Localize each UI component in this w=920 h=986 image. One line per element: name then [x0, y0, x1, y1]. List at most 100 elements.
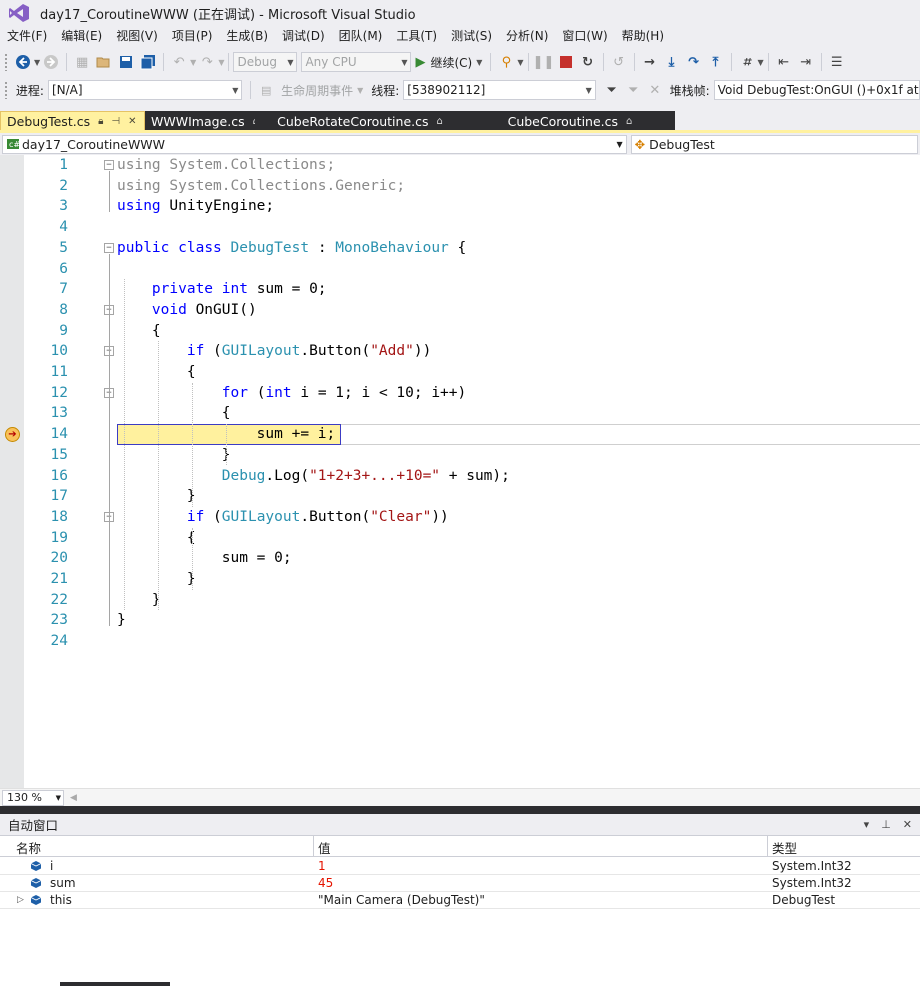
code-line[interactable]: 15 } — [0, 445, 920, 466]
toolbar-grip[interactable] — [4, 81, 8, 99]
tab-cuberotatecoroutine[interactable]: CubeRotateCoroutine.cs ⌂ — [255, 111, 465, 132]
column-divider[interactable] — [313, 836, 314, 857]
collapse-region-icon[interactable]: − — [104, 242, 114, 253]
code-line[interactable]: 19 { — [0, 528, 920, 549]
step-into-icon[interactable]: ⤓ — [662, 52, 682, 72]
menu-team[interactable]: 团队(M) — [332, 26, 390, 47]
tab-cubecoroutine[interactable]: CubeCoroutine.cs ⌂ — [465, 111, 675, 132]
close-icon[interactable]: ✕ — [903, 818, 912, 831]
menu-project[interactable]: 项目(P) — [165, 26, 220, 47]
tab-debugtest[interactable]: DebugTest.cs 🔒︎ ⊣ ✕ — [0, 111, 145, 132]
thread-select[interactable]: [538902112] ▼ — [403, 80, 596, 100]
code-line[interactable]: 12− for (int i = 1; i < 10; i++) — [0, 383, 920, 404]
code-line[interactable]: 22 } — [0, 590, 920, 611]
open-file-icon[interactable] — [94, 52, 114, 72]
code-line[interactable]: 8− void OnGUI() — [0, 300, 920, 321]
step-out-icon[interactable]: ⤒ — [706, 52, 726, 72]
menu-file[interactable]: 文件(F) — [0, 26, 54, 47]
code-line[interactable]: 20 sum = 0; — [0, 548, 920, 569]
lifecycle-events-label[interactable]: 生命周期事件 — [281, 82, 353, 99]
process-select[interactable]: [N/A] ▼ — [47, 80, 243, 100]
code-editor[interactable]: 1− using System.Collections; 2 using System… — [0, 155, 920, 788]
code-line[interactable]: 21 } — [0, 569, 920, 590]
navigate-back-icon[interactable] — [13, 52, 33, 72]
find-icon[interactable]: ⚲ — [496, 52, 516, 72]
column-header-name[interactable]: 名称 — [16, 838, 41, 857]
autos-row[interactable]: i 1 System.Int32 — [0, 858, 920, 875]
code-line[interactable]: 6 — [0, 259, 920, 280]
indent-icon[interactable]: ⇥ — [796, 52, 816, 72]
menu-debug[interactable]: 调试(D) — [275, 26, 332, 47]
redo-icon[interactable]: ↷ — [197, 52, 217, 72]
pin-icon[interactable]: ⊣ — [111, 116, 120, 127]
pin-icon[interactable]: ⊥ — [881, 818, 891, 831]
zoom-select[interactable]: 130 % ▼ — [2, 789, 64, 806]
break-all-icon[interactable]: ❚❚ — [533, 52, 555, 72]
code-line[interactable]: 10− if (GUILayout.Button("Add")) — [0, 341, 920, 362]
save-icon[interactable] — [116, 52, 136, 72]
code-line[interactable]: 9 { — [0, 321, 920, 342]
chevron-down-icon[interactable]: ▼ — [758, 58, 764, 67]
continue-button[interactable]: ▶ 继续(C) ▼ — [415, 54, 482, 71]
show-next-statement-icon[interactable]: → — [640, 52, 660, 72]
code-line[interactable]: 3 using UnityEngine; — [0, 196, 920, 217]
code-line[interactable]: 16 Debug.Log("1+2+3+...+10=" + sum); — [0, 466, 920, 487]
undo-icon[interactable]: ↶ — [169, 52, 189, 72]
code-line[interactable]: 24 — [0, 631, 920, 652]
close-icon[interactable]: ✕ — [128, 116, 136, 127]
save-all-icon[interactable] — [138, 52, 158, 72]
code-line[interactable]: 2 using System.Collections.Generic; — [0, 176, 920, 197]
menu-view[interactable]: 视图(V) — [109, 26, 165, 47]
chevron-down-icon[interactable]: ▼ — [357, 86, 363, 95]
code-line[interactable]: 11 { — [0, 362, 920, 383]
outdent-icon[interactable]: ⇤ — [774, 52, 794, 72]
menu-tools[interactable]: 工具(T) — [389, 26, 444, 47]
column-divider[interactable] — [767, 836, 768, 857]
code-line[interactable]: 7 private int sum = 0; — [0, 279, 920, 300]
menu-edit[interactable]: 编辑(E) — [54, 26, 109, 47]
restart-icon[interactable]: ↻ — [578, 52, 598, 72]
menu-build[interactable]: 生成(B) — [219, 26, 275, 47]
autos-grid[interactable]: 名称 值 类型 i 1 System.Int32 sum 45 System.Int32 ▷… — [0, 836, 920, 986]
solution-configuration-select[interactable]: Debug ▼ — [233, 52, 298, 72]
filter-flag-icon[interactable]: ⏷ — [623, 80, 643, 100]
back-dropdown-icon[interactable]: ▼ — [34, 58, 40, 67]
navigate-forward-icon[interactable] — [41, 52, 61, 72]
comment-lines-icon[interactable]: ☰ — [827, 52, 847, 72]
expand-icon[interactable]: ▷ — [17, 892, 24, 908]
hex-display-icon[interactable]: ⌗ — [737, 52, 757, 72]
redo-dropdown-icon[interactable]: ▼ — [218, 58, 224, 67]
lifecycle-events-icon[interactable]: ▤ — [256, 80, 276, 100]
class-select[interactable]: ✥ DebugTest — [630, 134, 918, 154]
menu-test[interactable]: 测试(S) — [444, 26, 499, 47]
filter-icon[interactable]: ⏷ — [602, 80, 622, 100]
menu-analyze[interactable]: 分析(N) — [499, 26, 555, 47]
tab-wwwimage[interactable]: WWWImage.cs ⌂ — [145, 111, 259, 132]
autos-row[interactable]: ▷ this "Main Camera (DebugTest)" DebugTest — [0, 892, 920, 909]
code-line[interactable]: 17 } — [0, 486, 920, 507]
code-line[interactable]: 5 − public class DebugTest : MonoBehaviour… — [0, 238, 920, 259]
code-line[interactable]: 1 − using System.Collections; — [0, 155, 920, 176]
apply-code-changes-icon[interactable]: ↺ — [609, 52, 629, 72]
code-line[interactable]: 14 sum += i; — [0, 424, 920, 445]
column-header-value[interactable]: 值 — [318, 838, 331, 857]
column-header-type[interactable]: 类型 — [772, 838, 797, 857]
menu-help[interactable]: 帮助(H) — [615, 26, 671, 47]
step-over-icon[interactable]: ↷ — [684, 52, 704, 72]
stop-debugging-icon[interactable] — [556, 52, 576, 72]
code-line[interactable]: 23} — [0, 610, 920, 631]
code-line[interactable]: 13 { — [0, 403, 920, 424]
find-dropdown-icon[interactable]: ▼ — [517, 58, 523, 67]
solution-platform-select[interactable]: Any CPU ▼ — [301, 52, 412, 72]
horizontal-scrollbar[interactable] — [60, 982, 170, 986]
code-line[interactable]: 4 — [0, 217, 920, 238]
undo-dropdown-icon[interactable]: ▼ — [190, 58, 196, 67]
panel-splitter[interactable] — [0, 806, 920, 814]
collapse-region-icon[interactable]: − — [104, 160, 114, 170]
panel-menu-icon[interactable]: ▾ — [864, 818, 870, 831]
menu-window[interactable]: 窗口(W) — [555, 26, 614, 47]
autos-row[interactable]: sum 45 System.Int32 — [0, 875, 920, 892]
code-line[interactable]: 18− if (GUILayout.Button("Clear")) — [0, 507, 920, 528]
scroll-left-icon[interactable]: ◀ — [70, 793, 77, 803]
project-select[interactable]: c# day17_CoroutineWWW ▼ — [2, 134, 627, 154]
